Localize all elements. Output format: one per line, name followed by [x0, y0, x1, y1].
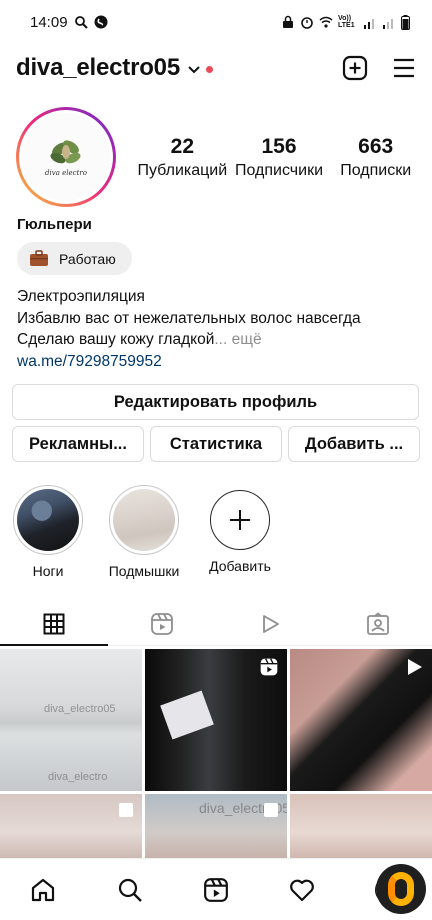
- shazam-icon: [94, 15, 108, 29]
- post-thumbnail[interactable]: diva_electro05 diva_electro: [0, 649, 142, 791]
- bio-website-link[interactable]: wa.me/79298759952: [17, 351, 417, 373]
- reels-icon: [260, 658, 278, 676]
- display-name: Гюльпери: [17, 216, 92, 233]
- grid-icon: [43, 613, 65, 634]
- highlight-legs[interactable]: Ноги: [10, 485, 86, 579]
- profile-avatar-ring[interactable]: diva electro: [16, 107, 116, 207]
- posts-grid: diva_electro05 diva_electro diva_electro…: [0, 649, 432, 858]
- stat-label: Подписки: [340, 162, 412, 179]
- stat-label: Подписчики: [235, 162, 324, 179]
- wifi-icon: [319, 16, 333, 28]
- overlay-app-logo: [376, 864, 426, 914]
- post-thumbnail[interactable]: [0, 794, 142, 858]
- bio-line: Сделаю вашу кожу гладкой: [17, 331, 215, 348]
- search-status-icon: [74, 16, 88, 29]
- insights-button[interactable]: Статистика: [150, 426, 282, 462]
- ad-tools-button[interactable]: Рекламны...: [12, 426, 144, 462]
- tab-tagged[interactable]: [324, 602, 432, 645]
- heart-icon: [290, 879, 315, 901]
- add-shop-button[interactable]: Добавить ...: [288, 426, 420, 462]
- avatar-logo-text: diva electro: [45, 169, 87, 177]
- stat-posts[interactable]: 22 Публикаций: [134, 134, 231, 180]
- chevron-down-icon[interactable]: [188, 66, 200, 74]
- highlight-label: Ноги: [32, 563, 64, 579]
- battery-icon: [401, 14, 410, 30]
- video-icon: [408, 659, 422, 675]
- highlight-label: Добавить: [209, 558, 271, 574]
- post-thumbnail[interactable]: diva_electro05: [145, 794, 287, 858]
- profile-stats: 22 Публикаций 156 Подписчики 663 Подписк…: [134, 134, 424, 180]
- tab-posts-grid[interactable]: [0, 602, 108, 646]
- stat-following[interactable]: 663 Подписки: [327, 134, 424, 180]
- profile-bio: Электроэпиляция Избавлю вас от нежелател…: [17, 286, 417, 372]
- search-icon: [118, 878, 142, 902]
- post-watermark: diva_electro: [48, 771, 108, 783]
- post-thumbnail[interactable]: [145, 649, 287, 791]
- carousel-icon: [264, 803, 278, 817]
- category-label: Работаю: [59, 250, 116, 267]
- bottom-navigation: [0, 858, 432, 920]
- lock-icon: [283, 15, 293, 28]
- signal-icon-2: [383, 18, 393, 29]
- stat-count: 22: [170, 135, 195, 158]
- network-label: Vo)) LTE1: [338, 15, 355, 29]
- username-switcher[interactable]: diva_electro05: [16, 54, 180, 82]
- plus-icon: [230, 510, 250, 530]
- highlight-label: Подмышки: [108, 563, 180, 579]
- nav-activity[interactable]: [259, 878, 345, 902]
- story-highlights: Ноги Подмышки Добавить: [10, 485, 278, 579]
- post-watermark: diva_electro05: [44, 703, 116, 715]
- stat-label: Публикаций: [137, 162, 228, 179]
- post-thumbnail[interactable]: [290, 649, 432, 791]
- reels-icon: [204, 877, 228, 902]
- notification-dot: [205, 66, 213, 73]
- post-image-detail: [160, 690, 214, 740]
- legs-highlight-cover: [17, 489, 79, 551]
- bio-more-link[interactable]: ... ещё: [214, 331, 261, 348]
- nav-home[interactable]: [0, 877, 86, 903]
- nav-reels[interactable]: [173, 877, 259, 903]
- stat-count: 156: [261, 135, 297, 158]
- status-bar: 14:09 Vo)) LTE1: [0, 0, 432, 44]
- menu-icon[interactable]: [392, 57, 416, 79]
- leaf-logo-icon: [50, 140, 81, 164]
- tagged-icon: [367, 611, 389, 635]
- tab-reels[interactable]: [108, 602, 216, 645]
- stat-count: 663: [358, 135, 394, 158]
- category-chip[interactable]: Работаю: [17, 242, 132, 275]
- edit-profile-button[interactable]: Редактировать профиль: [12, 384, 419, 420]
- profile-header: diva_electro05: [0, 44, 432, 92]
- post-thumbnail[interactable]: [290, 794, 432, 858]
- create-post-icon[interactable]: [342, 55, 368, 81]
- briefcase-icon: [30, 250, 48, 266]
- reels-icon: [151, 612, 173, 635]
- bio-line: Электроэпиляция: [17, 288, 145, 305]
- stat-followers[interactable]: 156 Подписчики: [231, 134, 328, 180]
- signal-icon: [364, 18, 374, 29]
- underarm-highlight-cover: [113, 489, 175, 551]
- video-icon: [263, 614, 279, 633]
- home-icon: [32, 878, 55, 901]
- status-time: 14:09: [30, 13, 68, 31]
- tab-videos[interactable]: [216, 602, 324, 645]
- carousel-icon: [119, 803, 133, 817]
- highlight-add-new[interactable]: Добавить: [202, 485, 278, 579]
- highlight-underarms[interactable]: Подмышки: [106, 485, 182, 579]
- profile-avatar: diva electro: [22, 113, 110, 201]
- profile-tabs: [0, 602, 432, 646]
- alarm-icon: [301, 17, 313, 29]
- nav-search[interactable]: [86, 877, 172, 903]
- bio-line: Избавлю вас от нежелательных волос навсе…: [17, 309, 361, 327]
